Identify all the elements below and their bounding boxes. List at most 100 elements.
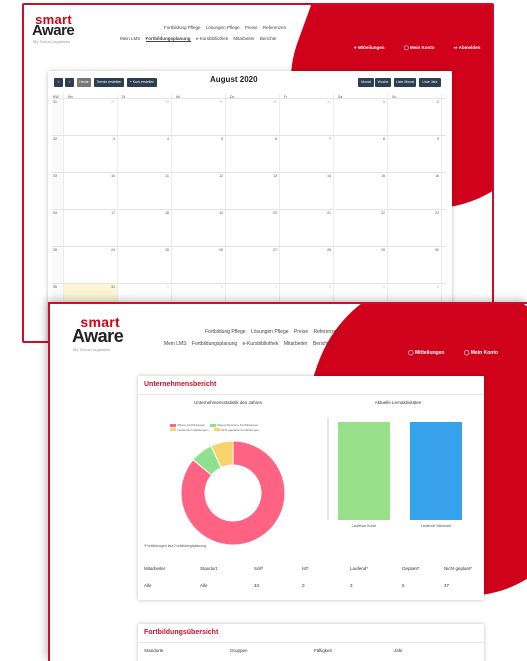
legend-swatch	[170, 428, 176, 431]
calendar-day-cell[interactable]: 30	[226, 99, 280, 135]
calendar-day-cell[interactable]: 29	[172, 99, 226, 135]
view-month-button[interactable]: Monat	[358, 78, 374, 87]
filter-faelligkeit[interactable]: Fälligkeit	[314, 648, 332, 653]
nav-item-e-kursbibliothek[interactable]: e-Kursbibliothek	[243, 341, 279, 347]
account-link[interactable]: ◯ Mein Konto	[464, 350, 507, 356]
nav-item-berichte[interactable]: Berichte	[260, 36, 277, 41]
calendar-grid: KW Mo Di Mi Do Fr Sa So 31 27 28 29 30 31 1 2 32…	[52, 94, 446, 321]
calendar-day-cell[interactable]: 25	[118, 247, 172, 283]
donut-legend: Offene Fortbildungen Abgeschlossene Fort…	[170, 423, 290, 432]
calendar-day-cell[interactable]: 16	[388, 173, 442, 209]
prev-month-button[interactable]: <	[54, 78, 63, 87]
donut-chart	[180, 440, 286, 546]
calendar-screenshot: smart Aware My School organizes Fortbild…	[22, 3, 494, 343]
week-number: 33	[52, 173, 64, 209]
top-nav-item[interactable]: Fortbildung Pflege	[205, 329, 246, 335]
view-week-button[interactable]: Woche	[375, 78, 391, 87]
top-nav-item[interactable]: Preise	[294, 329, 308, 335]
calendar-day-cell[interactable]: 27	[64, 99, 118, 135]
notifications-link[interactable]: ● Mitteilungen	[354, 45, 393, 50]
calendar-day-cell[interactable]: 20	[226, 210, 280, 246]
weekday-label: Di	[118, 94, 172, 99]
nav-item-mitarbeiter[interactable]: Mitarbeiter	[284, 341, 308, 347]
company-report-title: Unternehmensbericht	[144, 381, 217, 388]
calendar-toolbar: < > Heute Termin erstellen + Kurs erstel…	[48, 71, 452, 91]
training-overview-title: Fortbildungsübersicht	[144, 629, 219, 636]
filter-standorte[interactable]: Standorte	[144, 648, 164, 653]
filter-gruppen[interactable]: Gruppen	[230, 648, 248, 653]
calendar-day-cell[interactable]: 15	[334, 173, 388, 209]
create-event-button[interactable]: Termin erstellen	[94, 78, 124, 87]
account-link[interactable]: ◯ Mein Konto	[404, 45, 444, 50]
table-cell: 37	[444, 583, 450, 588]
view-list-year-button[interactable]: Liste Jahr	[419, 78, 441, 87]
calendar-day-cell[interactable]: 5	[172, 136, 226, 172]
weekday-label: Mo	[64, 94, 118, 99]
calendar-day-cell[interactable]: 7	[280, 136, 334, 172]
top-nav-item[interactable]: Preise	[245, 25, 258, 30]
create-course-button[interactable]: + Kurs erstellen	[127, 78, 157, 87]
top-nav-item[interactable]: Lösungen Pflege	[251, 329, 289, 335]
calendar-day-cell[interactable]: 18	[118, 210, 172, 246]
legend-label: Laufende Fortbildungen	[177, 427, 209, 432]
top-nav-item[interactable]: Lösungen Pflege	[206, 25, 240, 30]
calendar-week-row: 34 17 18 19 20 21 22 23	[52, 210, 446, 247]
legend-label: Nicht geplante Fortbildungen	[220, 427, 259, 432]
top-nav: Fortbildung Pflege Lösungen Pflege Preis…	[205, 329, 343, 335]
calendar-day-cell[interactable]: 6	[226, 136, 280, 172]
calendar-day-cell[interactable]: 22	[334, 210, 388, 246]
legend-label: Offene Fortbildungen	[177, 423, 206, 427]
calendar-day-cell[interactable]: 10	[64, 173, 118, 209]
calendar-day-cell[interactable]: 4	[118, 136, 172, 172]
view-list-month-button[interactable]: Liste Monat	[394, 78, 416, 87]
training-overview-panel: Fortbildungsübersicht Standorte Gruppen …	[138, 624, 484, 661]
table-header-cell: Ist*	[302, 566, 309, 571]
calendar-day-cell[interactable]: 3	[64, 136, 118, 172]
top-nav-item[interactable]: Referenzen	[314, 329, 340, 335]
calendar-day-cell[interactable]: 1	[334, 99, 388, 135]
calendar-day-cell[interactable]: 24	[64, 247, 118, 283]
nav-item-mein-lms[interactable]: Mein LMS	[164, 341, 187, 347]
nav-item-berichte[interactable]: Berichte	[313, 341, 331, 347]
nav-item-e-kursbibliothek[interactable]: e-Kursbibliothek	[196, 36, 228, 41]
logout-link[interactable]: ⇨ Abmelden	[454, 45, 490, 50]
calendar-day-cell[interactable]: 26	[172, 247, 226, 283]
table-header-cell: Nicht geplant*	[444, 566, 473, 571]
filter-jahr[interactable]: Jahr	[394, 648, 403, 653]
legend-item: Offene Fortbildungen	[170, 423, 205, 427]
nav-item-fortbildungsplanung[interactable]: Fortbildungsplanung	[145, 36, 191, 42]
calendar-day-cell[interactable]: 27	[226, 247, 280, 283]
calendar-day-cell[interactable]: 21	[280, 210, 334, 246]
calendar-day-cell[interactable]: 28	[280, 247, 334, 283]
calendar-day-cell[interactable]: 31	[280, 99, 334, 135]
calendar-day-cell[interactable]: 30	[388, 247, 442, 283]
calendar-day-cell[interactable]: 23	[388, 210, 442, 246]
calendar-day-cell[interactable]: 28	[118, 99, 172, 135]
report-footnote: *Fortbildungen laut Fortbildungsplanung	[144, 544, 207, 548]
calendar-day-cell[interactable]: 8	[334, 136, 388, 172]
calendar-day-cell[interactable]: 13	[226, 173, 280, 209]
calendar-day-cell[interactable]: 19	[172, 210, 226, 246]
nav-item-mein-lms[interactable]: Mein LMS	[120, 36, 140, 41]
calendar-day-cell[interactable]: 11	[118, 173, 172, 209]
top-nav-item[interactable]: Fortbildung Pflege	[164, 25, 201, 30]
account-label: Mein Konto	[470, 350, 499, 356]
calendar-day-cell[interactable]: 2	[388, 99, 442, 135]
calendar-day-cell[interactable]: 14	[280, 173, 334, 209]
report-screenshot: smart Aware My School organizes Fortbild…	[48, 302, 527, 661]
calendar-day-cell[interactable]: 9	[388, 136, 442, 172]
main-nav: Mein LMS Fortbildungsplanung e-Kursbibli…	[120, 36, 280, 42]
notifications-link[interactable]: ◯ Mitteilungen	[408, 350, 453, 356]
nav-item-fortbildungsplanung[interactable]: Fortbildungsplanung	[192, 341, 237, 347]
calendar-day-cell[interactable]: 12	[172, 173, 226, 209]
calendar-day-cell[interactable]: 29	[334, 247, 388, 283]
table-header-cell: Standort	[200, 566, 218, 571]
bar	[338, 422, 390, 520]
bar-label: Laufende Webinare	[421, 524, 452, 528]
account-label: Mein Konto	[410, 45, 435, 50]
nav-item-mitarbeiter[interactable]: Mitarbeiter	[233, 36, 254, 41]
next-month-button[interactable]: >	[65, 78, 74, 87]
today-button[interactable]: Heute	[77, 78, 91, 87]
top-nav-item[interactable]: Referenzen	[263, 25, 286, 30]
calendar-day-cell[interactable]: 17	[64, 210, 118, 246]
